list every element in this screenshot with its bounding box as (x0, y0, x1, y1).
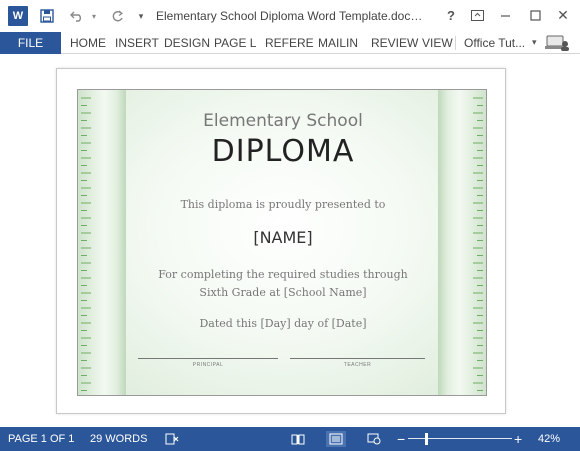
zoom-slider-track[interactable] (408, 438, 512, 439)
completion-text-line1[interactable]: For completing the required studies thro… (78, 268, 486, 281)
print-layout-icon[interactable] (326, 431, 346, 447)
minimize-icon[interactable] (490, 4, 520, 26)
tab-home[interactable]: HOME (70, 32, 106, 54)
zoom-out-button[interactable]: − (397, 427, 405, 451)
ribbon-divider (455, 36, 456, 50)
save-icon[interactable] (36, 6, 58, 26)
tab-view[interactable]: VIEW (422, 32, 453, 54)
principal-label: PRINCIPAL (192, 362, 224, 368)
customize-toolbar-icon[interactable]: ▾ (134, 6, 148, 26)
tab-insert[interactable]: INSERT (115, 32, 159, 54)
undo-icon[interactable] (66, 6, 88, 26)
recipient-name-placeholder[interactable]: [NAME] (78, 228, 486, 247)
status-bar: PAGE 1 OF 1 29 WORDS − + 42% (0, 427, 580, 451)
document-workspace[interactable]: Elementary School DIPLOMA This diploma i… (0, 55, 580, 427)
principal-signature-line: PRINCIPAL (138, 358, 278, 378)
word-app-icon[interactable]: W (8, 6, 28, 26)
tab-design[interactable]: DESIGN (164, 32, 210, 54)
completion-text-line2[interactable]: Sixth Grade at [School Name] (78, 286, 486, 299)
diploma-certificate: Elementary School DIPLOMA This diploma i… (77, 89, 487, 396)
maximize-icon[interactable] (520, 4, 550, 26)
tab-review[interactable]: REVIEW (371, 32, 418, 54)
zoom-level[interactable]: 42% (538, 427, 560, 451)
close-button[interactable]: ✕ (548, 4, 578, 26)
zoom-in-button[interactable]: + (514, 427, 522, 451)
page-count[interactable]: PAGE 1 OF 1 (8, 427, 74, 451)
ribbon-tabs: FILE HOME INSERT DESIGN PAGE L REFERE MA… (0, 32, 580, 54)
user-account-icon[interactable] (545, 35, 571, 52)
dated-text[interactable]: Dated this [Day] day of [Date] (78, 317, 486, 330)
word-count[interactable]: 29 WORDS (90, 427, 147, 451)
proofing-errors-icon[interactable] (164, 431, 180, 447)
web-layout-icon[interactable] (366, 431, 382, 447)
teacher-label: TEACHER (343, 362, 372, 368)
teacher-signature-line: TEACHER (290, 358, 425, 378)
document-page[interactable]: Elementary School DIPLOMA This diploma i… (56, 68, 506, 414)
user-account-name[interactable]: Office Tut... (464, 32, 525, 54)
redo-icon[interactable] (106, 6, 128, 26)
title-bar: W ▾ ▾ Elementary School Diploma Word Tem… (0, 0, 580, 32)
tab-file[interactable]: FILE (0, 32, 61, 54)
zoom-slider-thumb[interactable] (425, 433, 429, 445)
signature-rule (138, 358, 278, 359)
user-dropdown-icon[interactable]: ▾ (532, 37, 537, 48)
read-mode-icon[interactable] (290, 431, 306, 447)
presented-text[interactable]: This diploma is proudly presented to (78, 198, 486, 211)
signature-rule (290, 358, 425, 359)
tab-page-layout[interactable]: PAGE L (214, 32, 256, 54)
school-heading[interactable]: Elementary School (78, 111, 486, 131)
undo-dropdown-icon[interactable]: ▾ (88, 6, 100, 26)
tab-mailings[interactable]: MAILIN (318, 32, 358, 54)
document-title: Elementary School Diploma Word Template.… (156, 9, 426, 23)
diploma-title[interactable]: DIPLOMA (78, 134, 486, 169)
tab-references[interactable]: REFERE (265, 32, 314, 54)
ribbon-display-options-icon[interactable] (462, 4, 492, 26)
